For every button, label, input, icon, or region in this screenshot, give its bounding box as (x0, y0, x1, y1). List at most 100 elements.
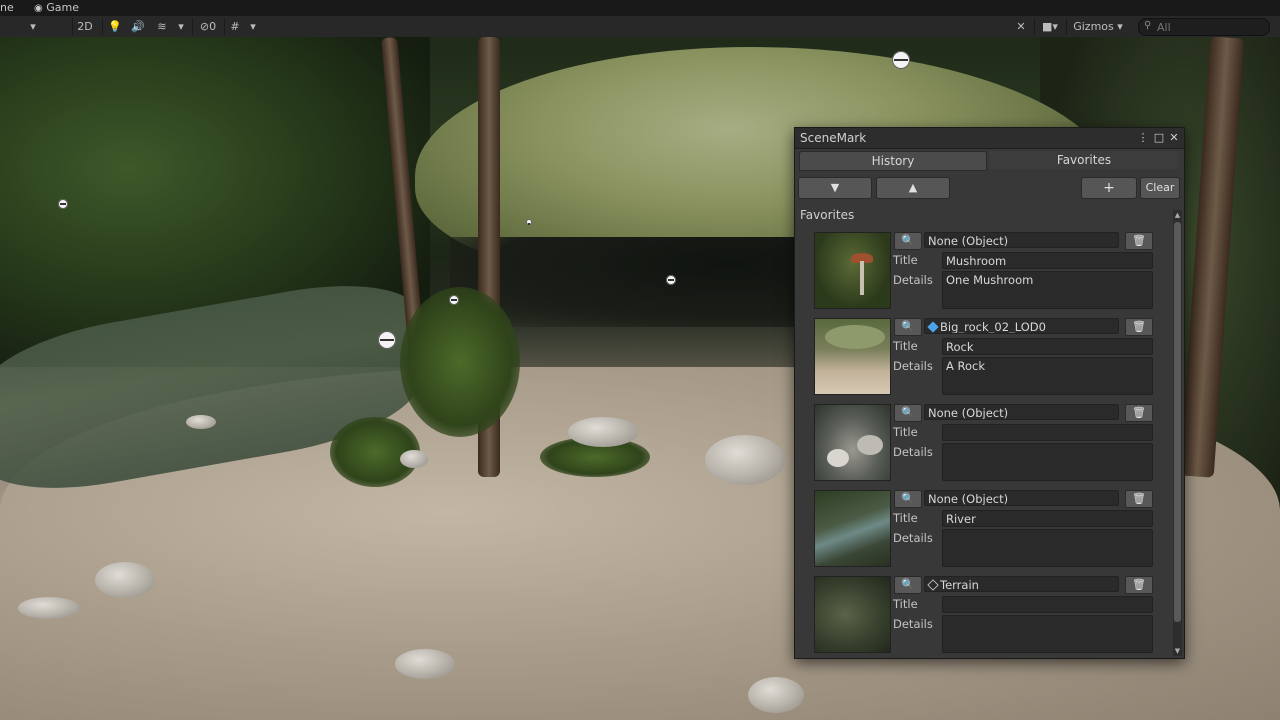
tab-game[interactable]: ◉ Game (34, 0, 79, 16)
title-label: Title (893, 425, 918, 439)
stone (95, 562, 155, 598)
scenemark-gizmo-icon[interactable] (666, 275, 676, 285)
audio-icon[interactable]: 🔊 (128, 18, 148, 35)
object-field-row: 🔍 Big_rock_02_LOD0 🗑 (894, 318, 1159, 336)
stone (568, 417, 638, 447)
search-icon[interactable]: 🔍 (894, 404, 922, 422)
scenemark-gizmo-icon[interactable] (526, 219, 532, 225)
scenemark-gizmo-icon[interactable] (58, 199, 68, 209)
prefab-cube-icon (927, 321, 939, 333)
search-icon: ⚲ (1144, 20, 1152, 31)
trash-icon[interactable]: 🗑 (1125, 404, 1153, 422)
thumbnail-stones[interactable] (814, 404, 891, 481)
object-field-row: 🔍 Terrain 🗑 (894, 576, 1159, 594)
tab-favorites[interactable]: Favorites (989, 151, 1179, 169)
favorites-list: 🔍 None (Object) 🗑 Title Details One Mush… (797, 225, 1171, 655)
scene-toolbar: ▾ 2D 💡 🔊 ≋ ▾ ⊘0 # ▾ ✕ ■▾ Gizmos ▾ (0, 16, 1280, 38)
trash-icon[interactable]: 🗑 (1125, 232, 1153, 250)
scenemark-gizmo-icon[interactable] (378, 331, 396, 349)
hidden-eye-icon: ⊘ (199, 20, 210, 33)
lighting-icon[interactable]: 💡 (102, 18, 127, 35)
title-label: Title (893, 597, 918, 611)
title-field[interactable] (942, 596, 1153, 613)
thumbnail-rock[interactable] (814, 318, 891, 395)
thumbnail-river[interactable] (814, 490, 891, 567)
toggle-2d-button[interactable]: 2D (72, 18, 97, 35)
title-field[interactable] (942, 510, 1153, 527)
object-field[interactable]: Terrain (924, 576, 1119, 592)
stone (705, 435, 785, 485)
scenemark-window: SceneMark ⋮ □ ✕ History Favorites ▼ ▲ + … (794, 127, 1185, 659)
tools-icon[interactable]: ✕ (1012, 18, 1030, 35)
scroll-down-icon[interactable]: ▼ (1173, 646, 1182, 656)
object-field[interactable]: Big_rock_02_LOD0 (924, 318, 1119, 334)
window-title-bar[interactable]: SceneMark ⋮ □ ✕ (795, 128, 1184, 149)
object-field[interactable]: None (Object) (924, 232, 1119, 248)
stone (400, 450, 428, 468)
object-field-row: 🔍 None (Object) 🗑 (894, 232, 1159, 250)
effects-icon[interactable]: ≋ (150, 18, 174, 35)
trash-icon[interactable]: 🗑 (1125, 318, 1153, 336)
more-options-icon[interactable]: ⋮ (1136, 130, 1150, 146)
search-input[interactable] (1157, 19, 1262, 35)
scenemark-gizmo-icon[interactable] (449, 295, 459, 305)
object-field[interactable]: None (Object) (924, 490, 1119, 506)
details-field[interactable] (942, 529, 1153, 567)
search-icon[interactable]: 🔍 (894, 232, 922, 250)
scenemark-tabs: History Favorites (799, 151, 1179, 171)
window-title: SceneMark (800, 131, 867, 145)
tab-scene[interactable]: ne (0, 0, 14, 16)
grid-dropdown-icon[interactable]: ▾ (246, 18, 260, 35)
trash-icon[interactable]: 🗑 (1125, 576, 1153, 594)
close-icon[interactable]: ✕ (1167, 130, 1181, 146)
list-item: 🔍 None (Object) 🗑 Title Details One Mush… (797, 225, 1171, 309)
list-item: 🔍 None (Object) 🗑 Title Details (797, 483, 1171, 567)
move-down-button[interactable]: ▼ (798, 177, 872, 199)
thumbnail-terrain[interactable] (814, 576, 891, 653)
title-field[interactable] (942, 338, 1153, 355)
vertical-scrollbar[interactable]: ▲ ▼ (1173, 210, 1182, 656)
gizmos-dropdown[interactable]: Gizmos ▾ (1066, 18, 1129, 35)
thumbnail-mushroom[interactable] (814, 232, 891, 309)
details-label: Details (893, 359, 933, 373)
stone (395, 649, 455, 679)
trash-icon[interactable]: 🗑 (1125, 490, 1153, 508)
tab-history[interactable]: History (799, 151, 987, 171)
title-label: Title (893, 253, 918, 267)
list-item: 🔍 Big_rock_02_LOD0 🗑 Title Details A Roc… (797, 311, 1171, 395)
camera-icon[interactable]: ■▾ (1034, 18, 1065, 35)
editor-tab-bar: ne ◉ Game (0, 0, 1280, 16)
details-field[interactable]: One Mushroom (942, 271, 1153, 309)
search-icon[interactable]: 🔍 (894, 490, 922, 508)
details-field[interactable] (942, 443, 1153, 481)
list-item: 🔍 None (Object) 🗑 Title Details (797, 397, 1171, 481)
scene-visibility-toggle[interactable]: ⊘0 (192, 18, 223, 35)
object-field-row: 🔍 None (Object) 🗑 (894, 490, 1159, 508)
object-field[interactable]: None (Object) (924, 404, 1119, 420)
scenemark-gizmo-icon[interactable] (892, 51, 910, 69)
details-field[interactable]: A Rock (942, 357, 1153, 395)
stone (748, 677, 804, 713)
title-field[interactable] (942, 252, 1153, 269)
shading-mode-dropdown[interactable]: ▾ (0, 18, 66, 35)
grid-icon[interactable]: # (224, 18, 245, 35)
move-up-button[interactable]: ▲ (876, 177, 950, 199)
stone (186, 415, 216, 429)
shrub (400, 287, 520, 437)
details-label: Details (893, 445, 933, 459)
section-label: Favorites (800, 208, 855, 222)
details-label: Details (893, 273, 933, 287)
search-icon[interactable]: 🔍 (894, 318, 922, 336)
details-label: Details (893, 531, 933, 545)
title-field[interactable] (942, 424, 1153, 441)
add-button[interactable]: + (1081, 177, 1137, 199)
title-label: Title (893, 511, 918, 525)
scrollbar-thumb[interactable] (1174, 222, 1181, 622)
details-field[interactable] (942, 615, 1153, 653)
effects-dropdown-icon[interactable]: ▾ (174, 18, 188, 35)
scroll-up-icon[interactable]: ▲ (1173, 210, 1182, 220)
list-item: 🔍 Terrain 🗑 Title Details (797, 569, 1171, 653)
maximize-icon[interactable]: □ (1152, 130, 1166, 146)
clear-button[interactable]: Clear (1140, 177, 1180, 199)
search-icon[interactable]: 🔍 (894, 576, 922, 594)
